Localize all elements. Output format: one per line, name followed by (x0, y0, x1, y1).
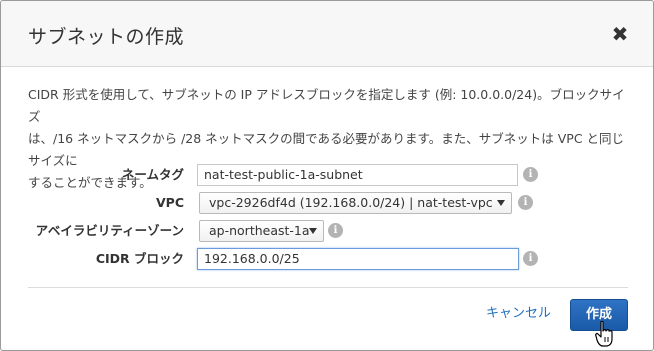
description-line: CIDR 形式を使用して、サブネットの IP アドレスブロックを指定します (例… (28, 87, 625, 124)
cidr-block-input[interactable]: 192.168.0.0/25 (197, 248, 519, 270)
info-icon[interactable]: i (523, 251, 538, 266)
vpc-label: VPC (155, 195, 184, 210)
cidr-block-label: CIDR ブロック (95, 251, 184, 266)
availability-zone-selected-value: ap-northeast-1a (209, 223, 310, 238)
footer-divider (28, 287, 628, 288)
dialog-header: サブネットの作成 ✖ (1, 1, 653, 67)
availability-zone-row: アベイラビリティーゾーン ap-northeast-1a i (1, 220, 654, 242)
create-subnet-dialog: サブネットの作成 ✖ CIDR 形式を使用して、サブネットの IP アドレスブロ… (0, 0, 654, 351)
vpc-row: VPC vpc-2926df4d (192.168.0.0/24) | nat-… (1, 192, 654, 214)
dialog-title: サブネットの作成 (28, 26, 185, 48)
hand-pointer-icon (595, 321, 613, 347)
info-icon[interactable]: i (523, 167, 538, 182)
availability-zone-select[interactable]: ap-northeast-1a (199, 220, 324, 242)
cidr-block-row: CIDR ブロック 192.168.0.0/25 i (1, 248, 654, 270)
name-tag-input[interactable]: nat-test-public-1a-subnet (197, 164, 518, 186)
info-icon[interactable]: i (518, 195, 533, 210)
chevron-down-icon (309, 228, 317, 234)
name-tag-row: ネームタグ nat-test-public-1a-subnet i (1, 164, 654, 186)
cancel-button[interactable]: キャンセル (486, 305, 551, 323)
chevron-down-icon (497, 200, 505, 206)
availability-zone-label: アベイラビリティーゾーン (35, 223, 184, 238)
vpc-select[interactable]: vpc-2926df4d (192.168.0.0/24) | nat-test… (199, 192, 512, 214)
vpc-selected-value: vpc-2926df4d (192.168.0.0/24) | nat-test… (209, 195, 493, 210)
name-tag-label: ネームタグ (121, 167, 184, 182)
close-icon[interactable]: ✖ (607, 21, 633, 47)
info-icon[interactable]: i (328, 223, 343, 238)
